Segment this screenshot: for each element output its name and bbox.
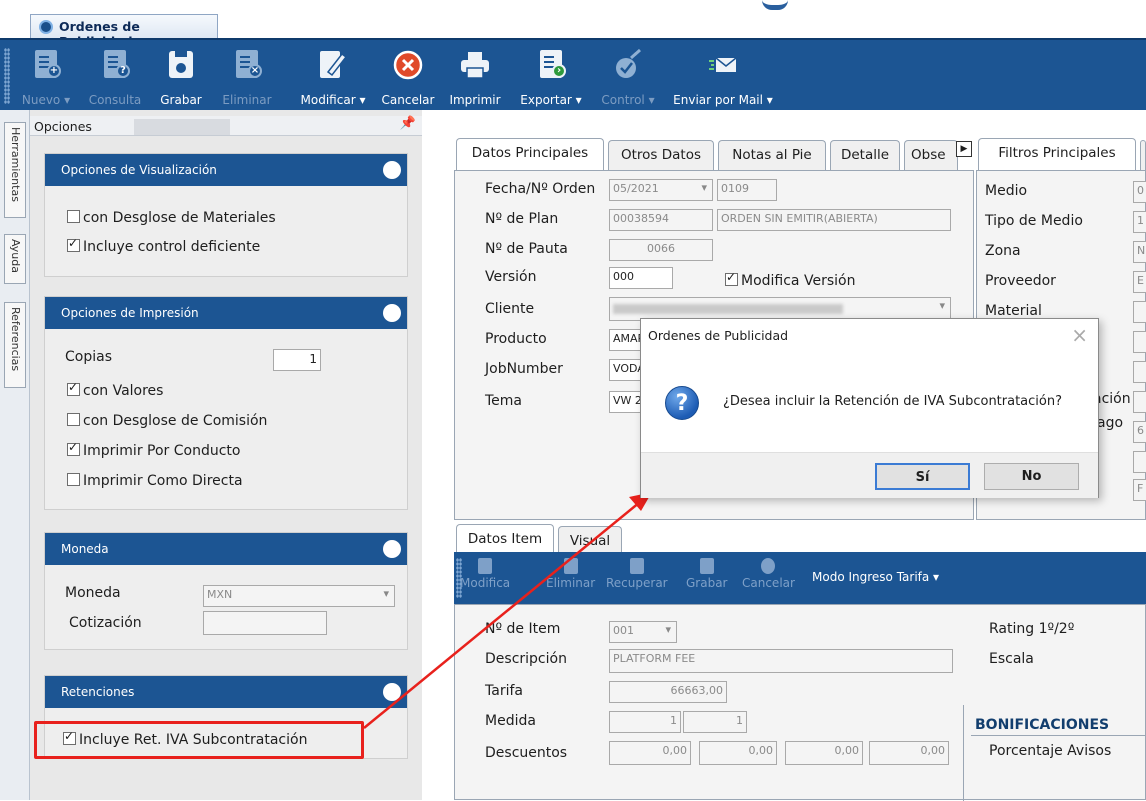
confirm-dialog: Ordenes de Publicidad × ? ¿Desea incluir… (640, 318, 1099, 498)
dialog-title: Ordenes de Publicidad (648, 328, 789, 343)
question-icon: ? (665, 386, 699, 420)
dialog-footer: Sí No (641, 452, 1098, 498)
no-button[interactable]: No (984, 463, 1079, 490)
yes-button[interactable]: Sí (875, 463, 970, 490)
dialog-message: ¿Desea incluir la Retención de IVA Subco… (723, 394, 1063, 409)
close-icon[interactable]: × (1071, 323, 1088, 347)
